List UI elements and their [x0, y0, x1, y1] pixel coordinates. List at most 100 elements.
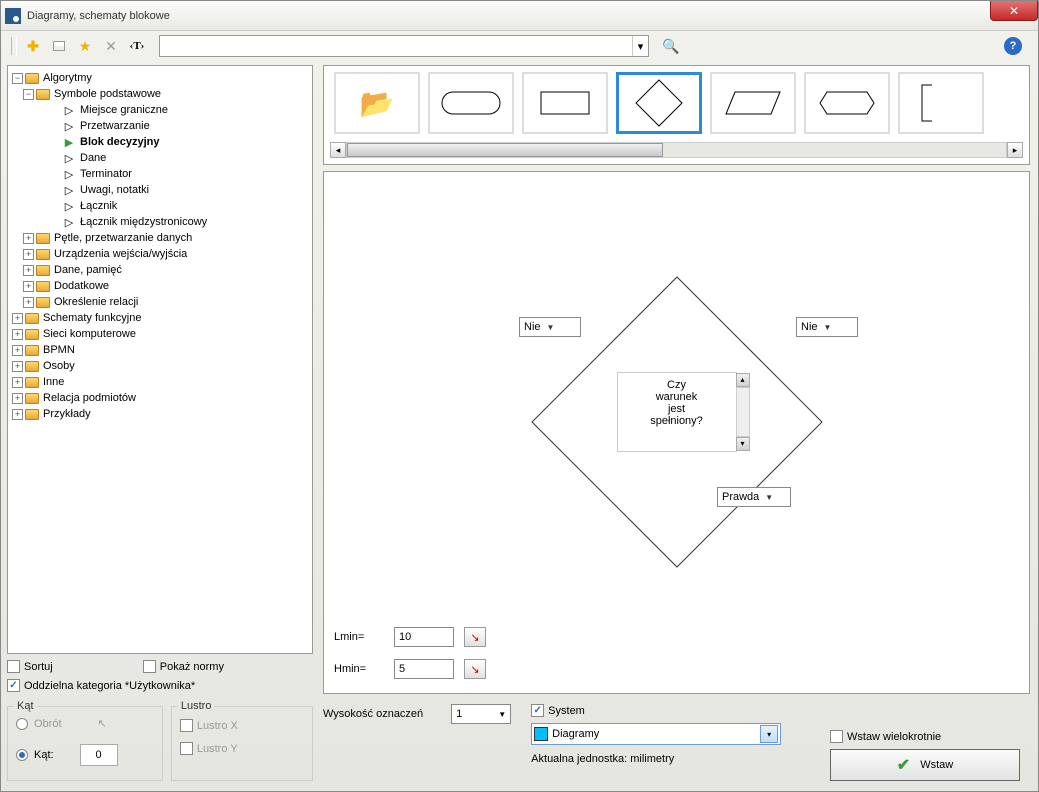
tree-folder[interactable]: +Urządzenia wejścia/wyjścia	[23, 246, 310, 262]
right-branch-select[interactable]: Nie▼	[796, 317, 858, 337]
gallery-item-data[interactable]	[710, 72, 796, 134]
unit-label: Aktualna jednostka: milimetry	[531, 753, 810, 765]
delete-button[interactable]: ✕	[99, 34, 123, 58]
expand-icon[interactable]: +	[12, 313, 23, 324]
angle-input[interactable]	[80, 744, 118, 766]
search-dropdown[interactable]: ▾	[632, 36, 648, 56]
gallery-item-terminator[interactable]	[428, 72, 514, 134]
expand-icon[interactable]: +	[12, 361, 23, 372]
gallery-item-bracket[interactable]	[898, 72, 984, 134]
scroll-left-button[interactable]: ◂	[330, 142, 346, 158]
gallery-item-display[interactable]	[804, 72, 890, 134]
shape-icon: ▷	[62, 105, 76, 116]
tree-item-selected[interactable]: ▶Blok decyzyjny	[49, 134, 310, 150]
insert-button[interactable]: ✔ Wstaw	[830, 749, 1020, 781]
insert-multi-checkbox[interactable]: Wstaw wielokrotnie	[830, 730, 1030, 743]
expand-icon[interactable]: +	[23, 281, 34, 292]
expand-icon[interactable]: +	[12, 345, 23, 356]
hmin-pick-button[interactable]: ↘	[464, 659, 486, 679]
hmin-input[interactable]	[394, 659, 454, 679]
left-branch-select[interactable]: Nie▼	[519, 317, 581, 337]
bottom-branch-select[interactable]: Prawda▼	[717, 487, 791, 507]
folder-icon	[25, 409, 39, 420]
lmin-input[interactable]	[394, 627, 454, 647]
tree-folder[interactable]: +Relacja podmiotów	[10, 390, 310, 406]
tree-folder[interactable]: +Osoby	[10, 358, 310, 374]
tree-item[interactable]: ▷Łącznik	[49, 198, 310, 214]
tree-item[interactable]: ▷Łącznik międzystronicowy	[49, 214, 310, 230]
expand-icon[interactable]: +	[23, 233, 34, 244]
expand-icon[interactable]: +	[12, 393, 23, 404]
tree-folder[interactable]: +Inne	[10, 374, 310, 390]
gallery-scrollbar[interactable]: ◂ ▸	[330, 142, 1023, 158]
tree-folder[interactable]: +Pętle, przetwarzanie danych	[23, 230, 310, 246]
tree-item[interactable]: ▷Miejsce graniczne	[49, 102, 310, 118]
scroll-down-button[interactable]: ▾	[736, 437, 750, 451]
scroll-thumb[interactable]	[347, 143, 663, 157]
search-button[interactable]: 🔍	[659, 34, 683, 58]
tree-folder-basic[interactable]: − Symbole podstawowe	[23, 86, 310, 102]
tree-item[interactable]: ▷Uwagi, notatki	[49, 182, 310, 198]
gallery-item-folder[interactable]: 📂	[334, 72, 420, 134]
hmin-row: Hmin= ↘	[334, 659, 486, 679]
norms-checkbox[interactable]: Pokaż normy	[143, 660, 224, 673]
tree-item[interactable]: ▷Dane	[49, 150, 310, 166]
rotation-radio[interactable]: Obrót↖	[16, 717, 154, 730]
expand-icon[interactable]: +	[12, 409, 23, 420]
text-button[interactable]: ‹T›	[125, 34, 149, 58]
collapse-icon[interactable]: −	[12, 73, 23, 84]
gallery-item-process[interactable]	[522, 72, 608, 134]
tree-folder[interactable]: +Przykłady	[10, 406, 310, 422]
marker-height-select[interactable]: 1▼	[451, 704, 511, 724]
tree-folder[interactable]: +Schematy funkcyjne	[10, 310, 310, 326]
tree-folder[interactable]: +Określenie relacji	[23, 294, 310, 310]
folder-icon	[25, 313, 39, 324]
text-scrollbar[interactable]: ▴ ▾	[736, 373, 750, 451]
mirror-x-checkbox[interactable]: Lustro X	[180, 719, 238, 732]
tree-folder[interactable]: + Sieci komputerowe	[10, 326, 310, 342]
expand-icon[interactable]: +	[12, 377, 23, 388]
chevron-down-icon: ▼	[824, 323, 832, 332]
tree-folder[interactable]: +Dane, pamięć	[23, 262, 310, 278]
expand-icon[interactable]: +	[23, 249, 34, 260]
system-select[interactable]: Diagramy ▾	[531, 723, 781, 745]
scroll-track[interactable]	[736, 387, 750, 437]
shape-icon: ▷	[62, 169, 76, 180]
label: Oddzielna kategoria *Użytkownika*	[24, 680, 195, 692]
search-input[interactable]: ▾	[159, 35, 649, 57]
chevron-down-icon: ▼	[498, 710, 506, 719]
user-category-checkbox[interactable]: Oddzielna kategoria *Użytkownika*	[7, 679, 195, 692]
checkbox-icon	[180, 719, 193, 732]
favorite-button[interactable]: ★	[73, 34, 97, 58]
tree-item[interactable]: ▷Przetwarzanie	[49, 118, 310, 134]
tree-item[interactable]: ▷Terminator	[49, 166, 310, 182]
decision-text-box[interactable]: Czy warunek jest spełniony? ▴ ▾	[617, 372, 737, 452]
search-field[interactable]	[160, 40, 632, 52]
scroll-track[interactable]	[346, 142, 1007, 158]
scroll-right-button[interactable]: ▸	[1007, 142, 1023, 158]
category-tree[interactable]: − Algorytmy − Symbole podstawowe ▷Miejsc…	[7, 65, 313, 654]
lmin-pick-button[interactable]: ↘	[464, 627, 486, 647]
lmin-row: Lmin= ↘	[334, 627, 486, 647]
expand-icon[interactable]: +	[23, 265, 34, 276]
system-checkbox[interactable]: System	[531, 704, 810, 717]
tree-label: Sieci komputerowe	[43, 328, 136, 340]
close-button[interactable]: ✕	[990, 1, 1038, 21]
sort-checkbox[interactable]: Sortuj	[7, 660, 53, 673]
mirror-y-checkbox[interactable]: Lustro Y	[180, 742, 238, 755]
help-button[interactable]: ?	[1004, 37, 1022, 55]
expand-icon[interactable]: +	[12, 329, 23, 340]
tree-folder[interactable]: +Dodatkowe	[23, 278, 310, 294]
toolbar: ✚ ★ ✕ ‹T› ▾ 🔍 ?	[1, 31, 1038, 61]
gallery-item-decision[interactable]	[616, 72, 702, 134]
parallelogram-icon	[725, 91, 781, 115]
add-button[interactable]: ✚	[21, 34, 45, 58]
tree-root[interactable]: − Algorytmy	[10, 70, 310, 86]
scroll-up-button[interactable]: ▴	[736, 373, 750, 387]
angle-radio[interactable]: Kąt:	[16, 744, 154, 766]
titlebar: Diagramy, schematy blokowe ✕	[1, 1, 1038, 31]
expand-icon[interactable]: +	[23, 297, 34, 308]
tree-folder[interactable]: +BPMN	[10, 342, 310, 358]
grid-button[interactable]	[47, 34, 71, 58]
collapse-icon[interactable]: −	[23, 89, 34, 100]
